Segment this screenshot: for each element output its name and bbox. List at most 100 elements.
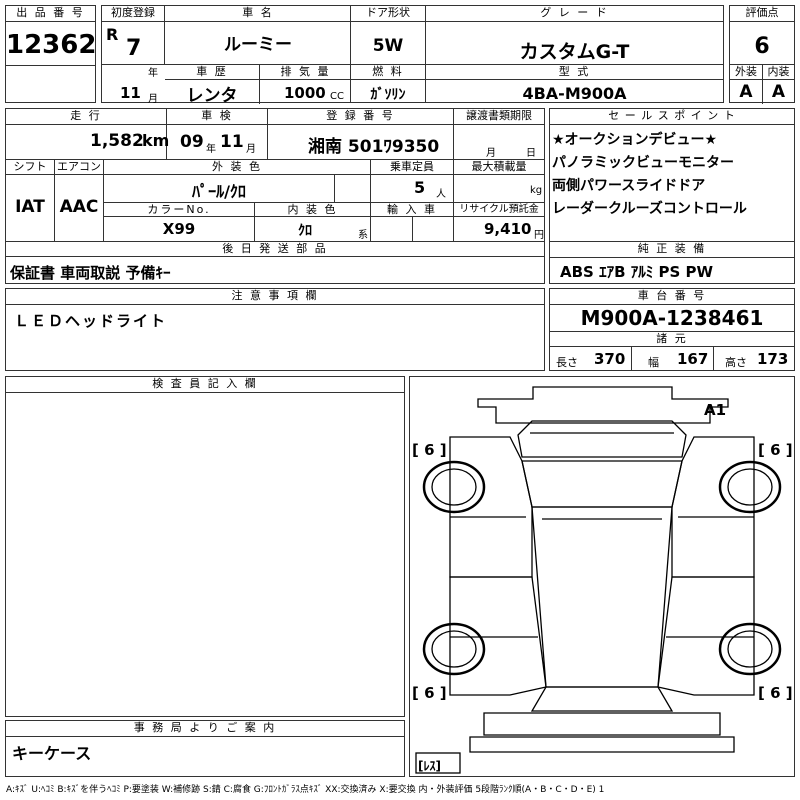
recycle-unit: 円 bbox=[534, 230, 544, 241]
transfer-label: 譲渡書類期限 bbox=[466, 109, 532, 122]
ac-label: エアコン bbox=[57, 160, 101, 173]
inspection-month-unit: 月 bbox=[246, 144, 256, 155]
chassis-number: M900A-1238461 bbox=[580, 306, 764, 330]
model-code: 4BA-M900A bbox=[522, 84, 627, 103]
exterior-label: 外装 bbox=[735, 65, 757, 78]
history: レンタ bbox=[186, 86, 238, 106]
interior-label: 内装 bbox=[767, 65, 790, 78]
caution-notes: ＬＥＤヘッドライト bbox=[14, 312, 168, 330]
interior-color-unit: 系 bbox=[358, 230, 368, 241]
caution-label: 注 意 事 項 欄 bbox=[231, 289, 319, 302]
legend: A:ｷｽﾞ U:ﾍｺﾐ B:ｷｽﾞを伴うﾍｺﾐ P:要塗装 W:補修跡 S:錆 … bbox=[6, 785, 605, 795]
spare-tire: [ﾚｽ] bbox=[418, 759, 441, 773]
grade: カスタムG-T bbox=[519, 41, 630, 63]
displacement: 1000 bbox=[284, 84, 326, 102]
sales-point-1: ★オークションデビュー★ bbox=[552, 132, 718, 148]
color-label: 外 装 色 bbox=[212, 160, 262, 173]
inspection-month: 11 bbox=[220, 132, 244, 152]
ac: AAC bbox=[59, 197, 99, 217]
shift: IAT bbox=[15, 197, 45, 217]
grade-label: グ レ ー ド bbox=[540, 6, 609, 19]
first-reg-label: 初度登録 bbox=[111, 6, 155, 19]
width-label: 幅 bbox=[648, 356, 659, 369]
import-label: 輸 入 車 bbox=[387, 203, 437, 216]
tire-rear-right: [ 6 ] bbox=[758, 684, 793, 702]
max-load-label: 最大積載量 bbox=[471, 160, 527, 173]
sales-point-2: パノラミックビューモニター bbox=[552, 155, 734, 171]
inspection-label: 車 検 bbox=[201, 109, 233, 122]
chassis-label: 車 台 番 号 bbox=[637, 289, 707, 302]
model-label: 型 式 bbox=[558, 65, 591, 78]
transfer-month-unit: 月 bbox=[486, 148, 496, 159]
length-label: 長さ bbox=[556, 356, 578, 369]
height: 173 bbox=[757, 350, 789, 368]
lot-number: 12362 bbox=[6, 30, 97, 60]
office-notes: キーケース bbox=[12, 744, 92, 763]
inspection-year: 09 bbox=[180, 132, 204, 152]
car-name-label: 車 名 bbox=[242, 6, 274, 19]
spec-label: 諸 元 bbox=[656, 332, 688, 345]
details-box: 走 行 車 検 登 録 番 号 譲渡書類期限 1,582 km 09 年 11 … bbox=[5, 108, 545, 284]
car-name: ルーミー bbox=[224, 35, 292, 55]
equipment-list: ABS ｴｱB ｱﾙﾐ PS PW bbox=[560, 263, 714, 281]
capacity-label: 乗車定員 bbox=[390, 160, 434, 173]
reg-month: 11 bbox=[120, 84, 141, 102]
color-number: X99 bbox=[162, 220, 196, 238]
transfer-day-unit: 日 bbox=[526, 148, 536, 159]
office-box: 事 務 局 よ り ご 案 内 キーケース bbox=[5, 720, 405, 777]
inspection-year-unit: 年 bbox=[206, 144, 216, 155]
fuel: ｶﾞｿﾘﾝ bbox=[370, 87, 406, 103]
mileage-label: 走 行 bbox=[70, 109, 102, 122]
equipment-label: 純 正 装 備 bbox=[637, 242, 707, 255]
door-label: ドア形状 bbox=[366, 6, 410, 19]
inspector-label: 検 査 員 記 入 欄 bbox=[152, 377, 258, 390]
damage-mark-a1: A1 bbox=[704, 401, 727, 419]
sales-point-4: レーダークルーズコントロール bbox=[552, 201, 747, 217]
exterior-color: ﾊﾟｰﾙ/ｸﾛ bbox=[192, 182, 246, 201]
year-unit: 年 bbox=[148, 68, 158, 79]
km-unit: km bbox=[142, 131, 170, 150]
tire-front-right: [ 6 ] bbox=[758, 441, 793, 459]
cc-unit: CC bbox=[330, 91, 344, 102]
sales-points-box: セ ー ル ス ポ イ ン ト ★オークションデビュー★ パノラミックビューモニ… bbox=[549, 108, 795, 256]
door-type: 5W bbox=[372, 36, 404, 56]
caution-box: 注 意 事 項 欄 ＬＥＤヘッドライト bbox=[5, 288, 545, 371]
fuel-label: 燃 料 bbox=[372, 65, 404, 78]
lot-number-label: 出 品 番 号 bbox=[16, 6, 85, 19]
office-label: 事 務 局 よ り ご 案 内 bbox=[133, 721, 277, 734]
shift-label: シフト bbox=[13, 160, 47, 173]
plate-label: 登 録 番 号 bbox=[326, 109, 395, 122]
displacement-label: 排 気 量 bbox=[280, 65, 331, 78]
score-box: 評価点 6 外装 内装 A A bbox=[729, 5, 795, 104]
sales-point-3: 両側パワースライドドア bbox=[552, 178, 706, 194]
inspector-box: 検 査 員 記 入 欄 bbox=[5, 376, 405, 717]
chassis-box: 車 台 番 号 M900A-1238461 諸 元 長さ 370 幅 167 高… bbox=[549, 288, 795, 371]
length: 370 bbox=[594, 350, 626, 368]
grade-model-box: グ レ ー ド カスタムG-T 型 式 4BA-M900A bbox=[425, 5, 724, 103]
max-load-unit: kg bbox=[530, 185, 543, 196]
car-diagram bbox=[415, 386, 782, 774]
recycle-label: リサイクル預託金 bbox=[459, 204, 539, 215]
score-label: 評価点 bbox=[745, 6, 779, 19]
capacity: 5 bbox=[414, 178, 426, 197]
registration-box: 初度登録 車 名 R 7 年 ルーミー 車 歴 排 気 量 11 月 レンタ 1… bbox=[101, 5, 351, 106]
lot-number-box: 出 品 番 号 12362 bbox=[5, 5, 96, 103]
door-fuel-box: ドア形状 5W 燃 料 ｶﾞｿﾘﾝ bbox=[350, 5, 426, 103]
car-diagram-box: A1 [ 6 ] [ 6 ] [ 6 ] [ 6 ] [ﾚｽ] bbox=[409, 376, 795, 777]
equipment-box: 純 正 装 備 ABS ｴｱB ｱﾙﾐ PS PW bbox=[549, 241, 795, 284]
width: 167 bbox=[677, 350, 709, 368]
later-parts: 保証書 車両取説 予備ｷｰ bbox=[10, 264, 171, 282]
later-parts-label: 後 日 発 送 部 品 bbox=[222, 242, 328, 255]
interior-grade: A bbox=[771, 82, 786, 102]
era-prefix: R bbox=[106, 25, 119, 44]
tire-front-left: [ 6 ] bbox=[412, 441, 447, 459]
interior-color: ｸﾛ bbox=[298, 223, 312, 239]
month-unit: 月 bbox=[148, 94, 158, 105]
exterior-grade: A bbox=[739, 82, 753, 102]
capacity-unit: 人 bbox=[436, 189, 446, 200]
height-label: 高さ bbox=[725, 356, 747, 369]
reg-year: 7 bbox=[126, 36, 142, 61]
sales-points-label: セ ー ル ス ポ イ ン ト bbox=[608, 109, 736, 122]
color-no-label: カラーNo. bbox=[147, 203, 211, 216]
history-label: 車 歴 bbox=[196, 65, 228, 78]
